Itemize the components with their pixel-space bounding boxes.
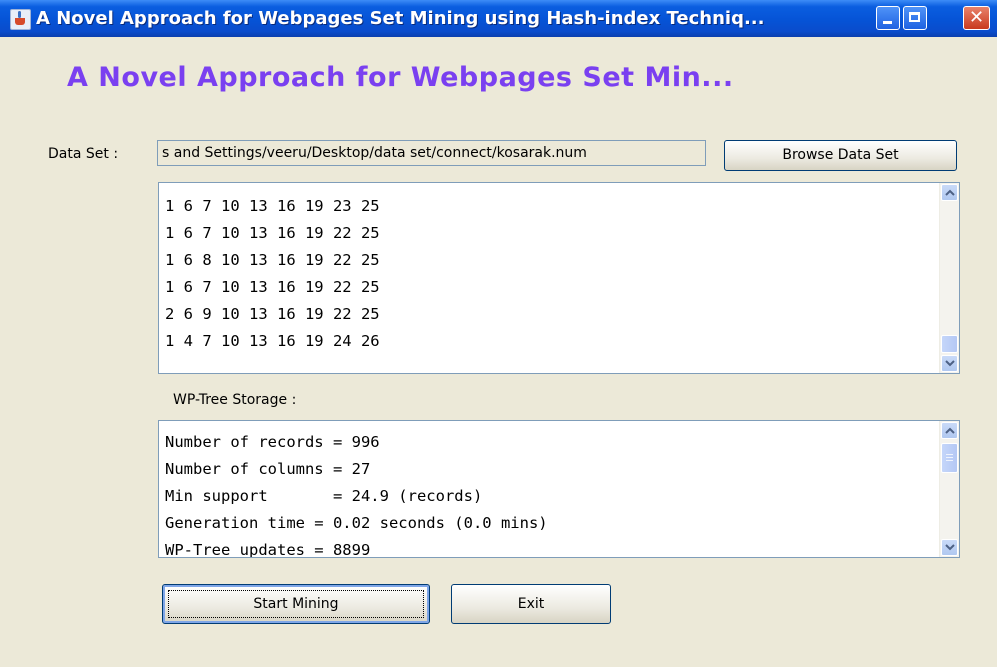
dataset-lines: 1 6 7 10 13 16 19 23 25 1 6 7 10 13 16 1… [165,193,380,355]
scroll-up-button[interactable] [941,184,958,201]
close-icon: ✕ [968,7,985,28]
minimize-icon [883,21,892,24]
dataset-line: 1 6 7 10 13 16 19 22 25 [165,278,380,296]
minimize-button[interactable] [876,6,900,30]
wp-tree-line: Number of records = 996 [165,433,380,451]
data-set-path-field[interactable]: s and Settings/veeru/Desktop/data set/co… [157,140,706,166]
wp-tree-text-area[interactable]: Number of records = 996 Number of column… [158,420,960,558]
browse-data-set-button[interactable]: Browse Data Set [724,140,957,171]
window-title: A Novel Approach for Webpages Set Mining… [36,8,765,29]
app-window: A Novel Approach for Webpages Set Mining… [0,0,997,667]
title-bar[interactable]: A Novel Approach for Webpages Set Mining… [0,0,997,37]
dataset-line: 1 6 8 10 13 16 19 22 25 [165,251,380,269]
data-set-label: Data Set : [48,146,119,162]
wp-tree-lines: Number of records = 996 Number of column… [165,429,548,558]
maximize-icon [909,12,920,22]
exit-button[interactable]: Exit [451,584,611,624]
scroll-up-button[interactable] [941,422,958,439]
start-mining-button[interactable]: Start Mining [162,584,430,624]
chevron-up-icon [945,427,955,434]
wp-tree-line: Min support = 24.9 (records) [165,487,483,505]
dataset-text-area[interactable]: 1 6 7 10 13 16 19 23 25 1 6 7 10 13 16 1… [158,182,960,374]
dataset-line: 2 6 9 10 13 16 19 22 25 [165,305,380,323]
focus-ring [168,590,424,618]
dataset-line: 1 4 7 10 13 16 19 24 26 [165,332,380,350]
app-heading: A Novel Approach for Webpages Set Min... [67,62,734,93]
dataset-scrollbar[interactable] [939,183,959,373]
wp-tree-line: Number of columns = 27 [165,460,371,478]
scroll-thumb[interactable] [941,335,958,353]
chevron-up-icon [945,189,955,196]
scroll-down-button[interactable] [941,539,958,556]
chevron-down-icon [945,360,955,367]
scroll-thumb[interactable] [941,443,958,473]
close-button[interactable]: ✕ [963,6,990,30]
wp-tree-storage-label: WP-Tree Storage : [173,392,297,408]
chevron-down-icon [945,544,955,551]
maximize-button[interactable] [903,6,927,30]
java-cup-icon [10,9,31,30]
wp-tree-line: Generation time = 0.02 seconds (0.0 mins… [165,514,548,532]
wp-tree-scrollbar[interactable] [939,421,959,557]
scroll-down-button[interactable] [941,355,958,372]
dataset-line: 1 6 7 10 13 16 19 22 25 [165,224,380,242]
wp-tree-line: WP-Tree updates = 8899 [165,541,371,558]
dataset-line: 1 6 7 10 13 16 19 23 25 [165,197,380,215]
